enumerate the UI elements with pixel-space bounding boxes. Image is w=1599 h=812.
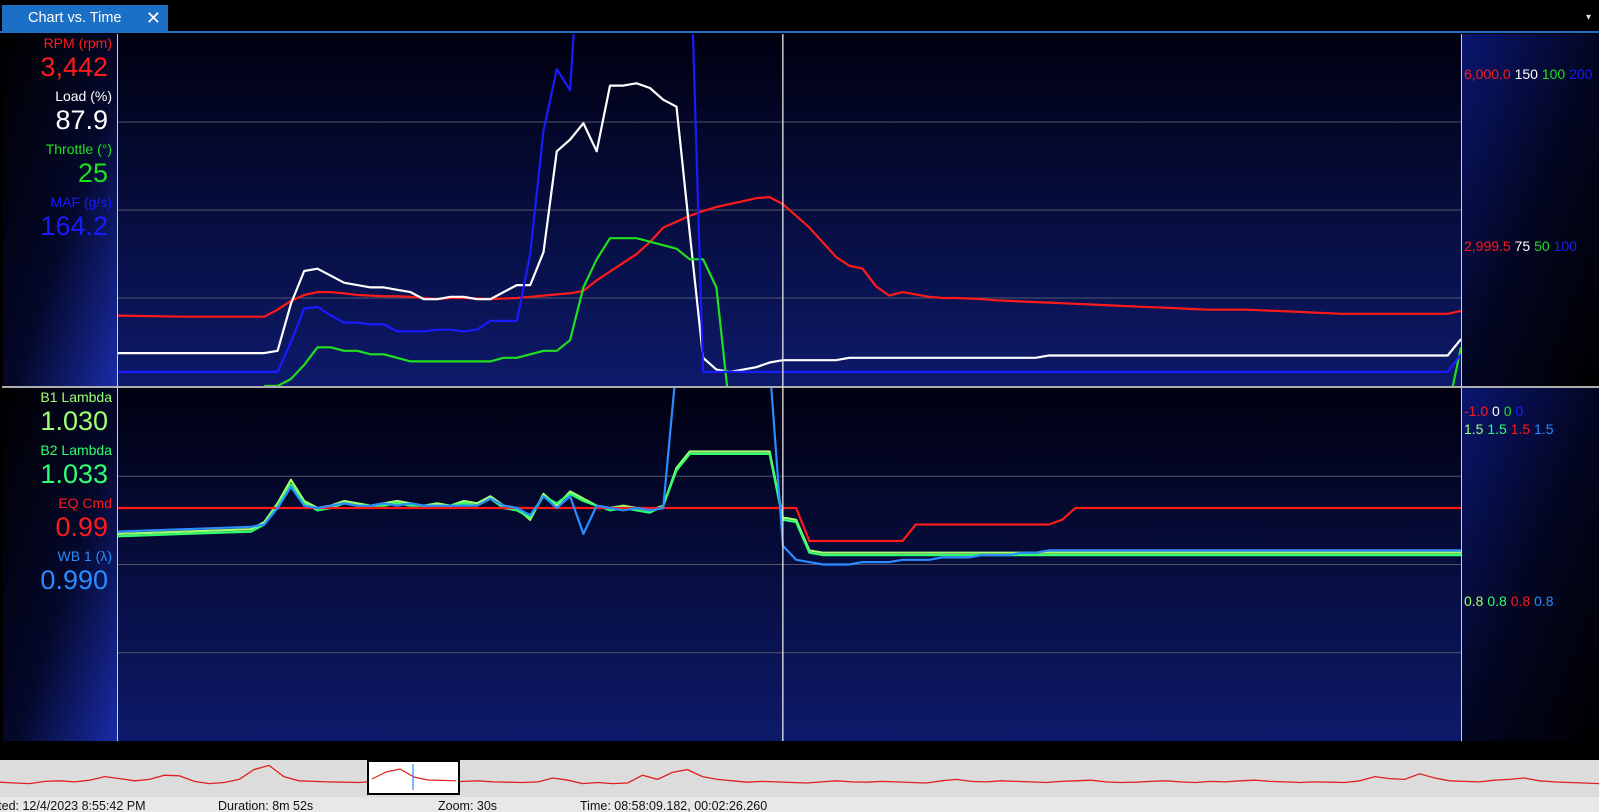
scale-value: 1.5 [1530, 421, 1554, 437]
scale-value: 0.8 [1464, 593, 1484, 609]
status-bar: rted: 12/4/2023 8:55:42 PM Duration: 8m … [0, 797, 1599, 812]
status-duration: Duration: 8m 52s [218, 799, 314, 812]
gauge-label: EQ Cmd [58, 495, 112, 511]
gauge-value: 1.030 [40, 406, 108, 436]
scale-value: 100 [1550, 238, 1577, 254]
scale-value: 1.5 [1483, 421, 1507, 437]
scale-value: 200 [1565, 66, 1592, 82]
scale-value: 0.8 [1483, 593, 1507, 609]
scale-value: 50 [1530, 238, 1550, 254]
tab-close-icon[interactable]: ✕ [146, 8, 161, 28]
overview-strip[interactable] [0, 760, 1599, 797]
scale-row: -1.0 0 0 0 [1464, 403, 1523, 419]
scale-value: -1.0 [1464, 403, 1488, 419]
gauge-label: MAF (g/s) [51, 194, 112, 210]
scale-value: 0.8 [1530, 593, 1554, 609]
tab-chart-vs-time[interactable]: Chart vs. Time ✕ [2, 5, 168, 31]
scale-value: 0 [1512, 403, 1524, 419]
gauge-label: Throttle (°) [46, 141, 112, 157]
gauge-value: 1.033 [40, 459, 108, 489]
status-time: Time: 08:58:09.182, 00:02:26.260 [580, 799, 768, 812]
gauge-label: RPM (rpm) [44, 35, 112, 51]
scale-value: 0.8 [1507, 593, 1531, 609]
status-zoom: Zoom: 30s [438, 799, 498, 812]
status-started: rted: 12/4/2023 8:55:42 PM [0, 799, 146, 812]
gauge-label: B1 Lambda [40, 389, 112, 405]
chart-area[interactable]: RPM (rpm)3,442 Load (%)87.9 Throttle (°)25… [0, 33, 1599, 760]
scale-row: 6,000.0 150 100 200 [1464, 66, 1593, 82]
scale-value: 100 [1538, 66, 1565, 82]
scale-row: 1.5 1.5 1.5 1.5 [1464, 421, 1554, 437]
tab-bar: Chart vs. Time ✕ ▾ [0, 0, 1599, 33]
gauge-value: 25 [78, 158, 108, 188]
gauge-label: WB 1 (λ) [58, 548, 112, 564]
scale-value: 6,000.0 [1464, 66, 1511, 82]
tab-title: Chart vs. Time [28, 10, 122, 26]
scale-value: 2,999.5 [1464, 238, 1511, 254]
scale-value: 0 [1488, 403, 1500, 419]
gauge-value: 0.990 [40, 565, 108, 595]
scale-value: 150 [1511, 66, 1538, 82]
scale-value: 75 [1511, 238, 1531, 254]
scale-value: 1.5 [1507, 421, 1531, 437]
scale-row: 2,999.5 75 50 100 [1464, 238, 1577, 254]
scale-row: 0.8 0.8 0.8 0.8 [1464, 593, 1554, 609]
overview-trace [0, 764, 1599, 785]
gauge-value: 164.2 [40, 211, 108, 241]
scale-panel-bottom [1462, 388, 1599, 741]
scale-value: 1.5 [1464, 421, 1484, 437]
gauge-value: 0.99 [55, 512, 108, 542]
tab-dropdown-icon[interactable]: ▾ [1586, 12, 1591, 23]
gauge-panel-top [3, 34, 117, 386]
scale-panel-top [1462, 34, 1599, 386]
gauge-value: 3,442 [40, 52, 108, 82]
gauge-label: B2 Lambda [40, 442, 112, 458]
gauge-label: Load (%) [55, 88, 112, 104]
scale-value: 0 [1500, 403, 1512, 419]
gauge-value: 87.9 [55, 105, 108, 135]
